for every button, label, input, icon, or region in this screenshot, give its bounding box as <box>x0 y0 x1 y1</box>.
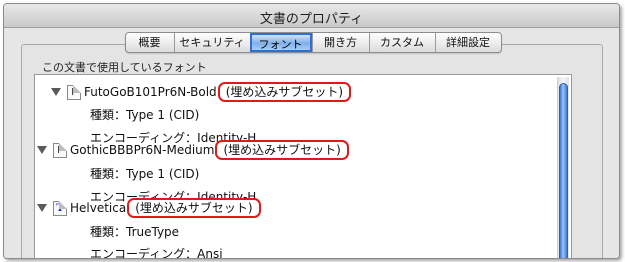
font-type-line: 種類：Type 1 (CID) <box>90 108 200 122</box>
font-list-item[interactable]: T Helvetica (埋め込みサブセット) <box>37 198 261 218</box>
embed-status-badge: (埋め込みサブセット) <box>215 140 349 160</box>
font-file-icon: F <box>67 84 81 100</box>
disclosure-triangle-icon[interactable] <box>37 204 47 212</box>
embed-status-badge: (埋め込みサブセット) <box>127 198 261 218</box>
font-encoding-line: エンコーディング：Ansi <box>90 247 223 259</box>
document-properties-window: 文書のプロパティ 概要 セキュリティ フォント 開き方 カスタム 詳細設定 この… <box>3 3 620 259</box>
font-file-icon: F <box>53 142 67 158</box>
tab-initial-view[interactable]: 開き方 <box>311 33 369 52</box>
font-name: FutoGoB101Pr6N-Bold <box>84 85 217 99</box>
truetype-icon: T <box>53 200 67 216</box>
disclosure-triangle-icon[interactable] <box>37 146 47 154</box>
font-name: GothicBBBPr6N-Medium <box>70 143 215 157</box>
embed-status-badge: (埋め込みサブセット) <box>217 82 352 102</box>
font-name: Helvetica <box>70 201 127 215</box>
font-type-line: 種類：Type 1 (CID) <box>90 167 200 181</box>
tab-fonts[interactable]: フォント <box>249 33 312 52</box>
scrollbar-thumb[interactable] <box>559 83 568 258</box>
title-bar[interactable]: 文書のプロパティ <box>4 4 619 28</box>
window-title: 文書のプロパティ <box>259 12 364 27</box>
tab-advanced[interactable]: 詳細設定 <box>434 33 501 52</box>
tab-security[interactable]: セキュリティ <box>173 33 250 52</box>
tab-summary[interactable]: 概要 <box>126 33 174 52</box>
vertical-scrollbar[interactable] <box>557 77 569 258</box>
font-type-line: 種類：TrueType <box>90 225 180 239</box>
disclosure-triangle-icon[interactable] <box>51 88 61 96</box>
font-list-item[interactable]: F GothicBBBPr6N-Medium (埋め込みサブセット) <box>37 140 349 160</box>
font-list-item[interactable]: F FutoGoB101Pr6N-Bold (埋め込みサブセット) <box>51 82 352 102</box>
tab-custom[interactable]: カスタム <box>368 33 435 52</box>
font-list[interactable]: F FutoGoB101Pr6N-Bold (埋め込みサブセット) 種類：Typ… <box>34 74 572 259</box>
tab-bar: 概要 セキュリティ フォント 開き方 カスタム 詳細設定 <box>4 32 619 53</box>
fonts-section-label: この文書で使用しているフォント <box>42 61 207 74</box>
